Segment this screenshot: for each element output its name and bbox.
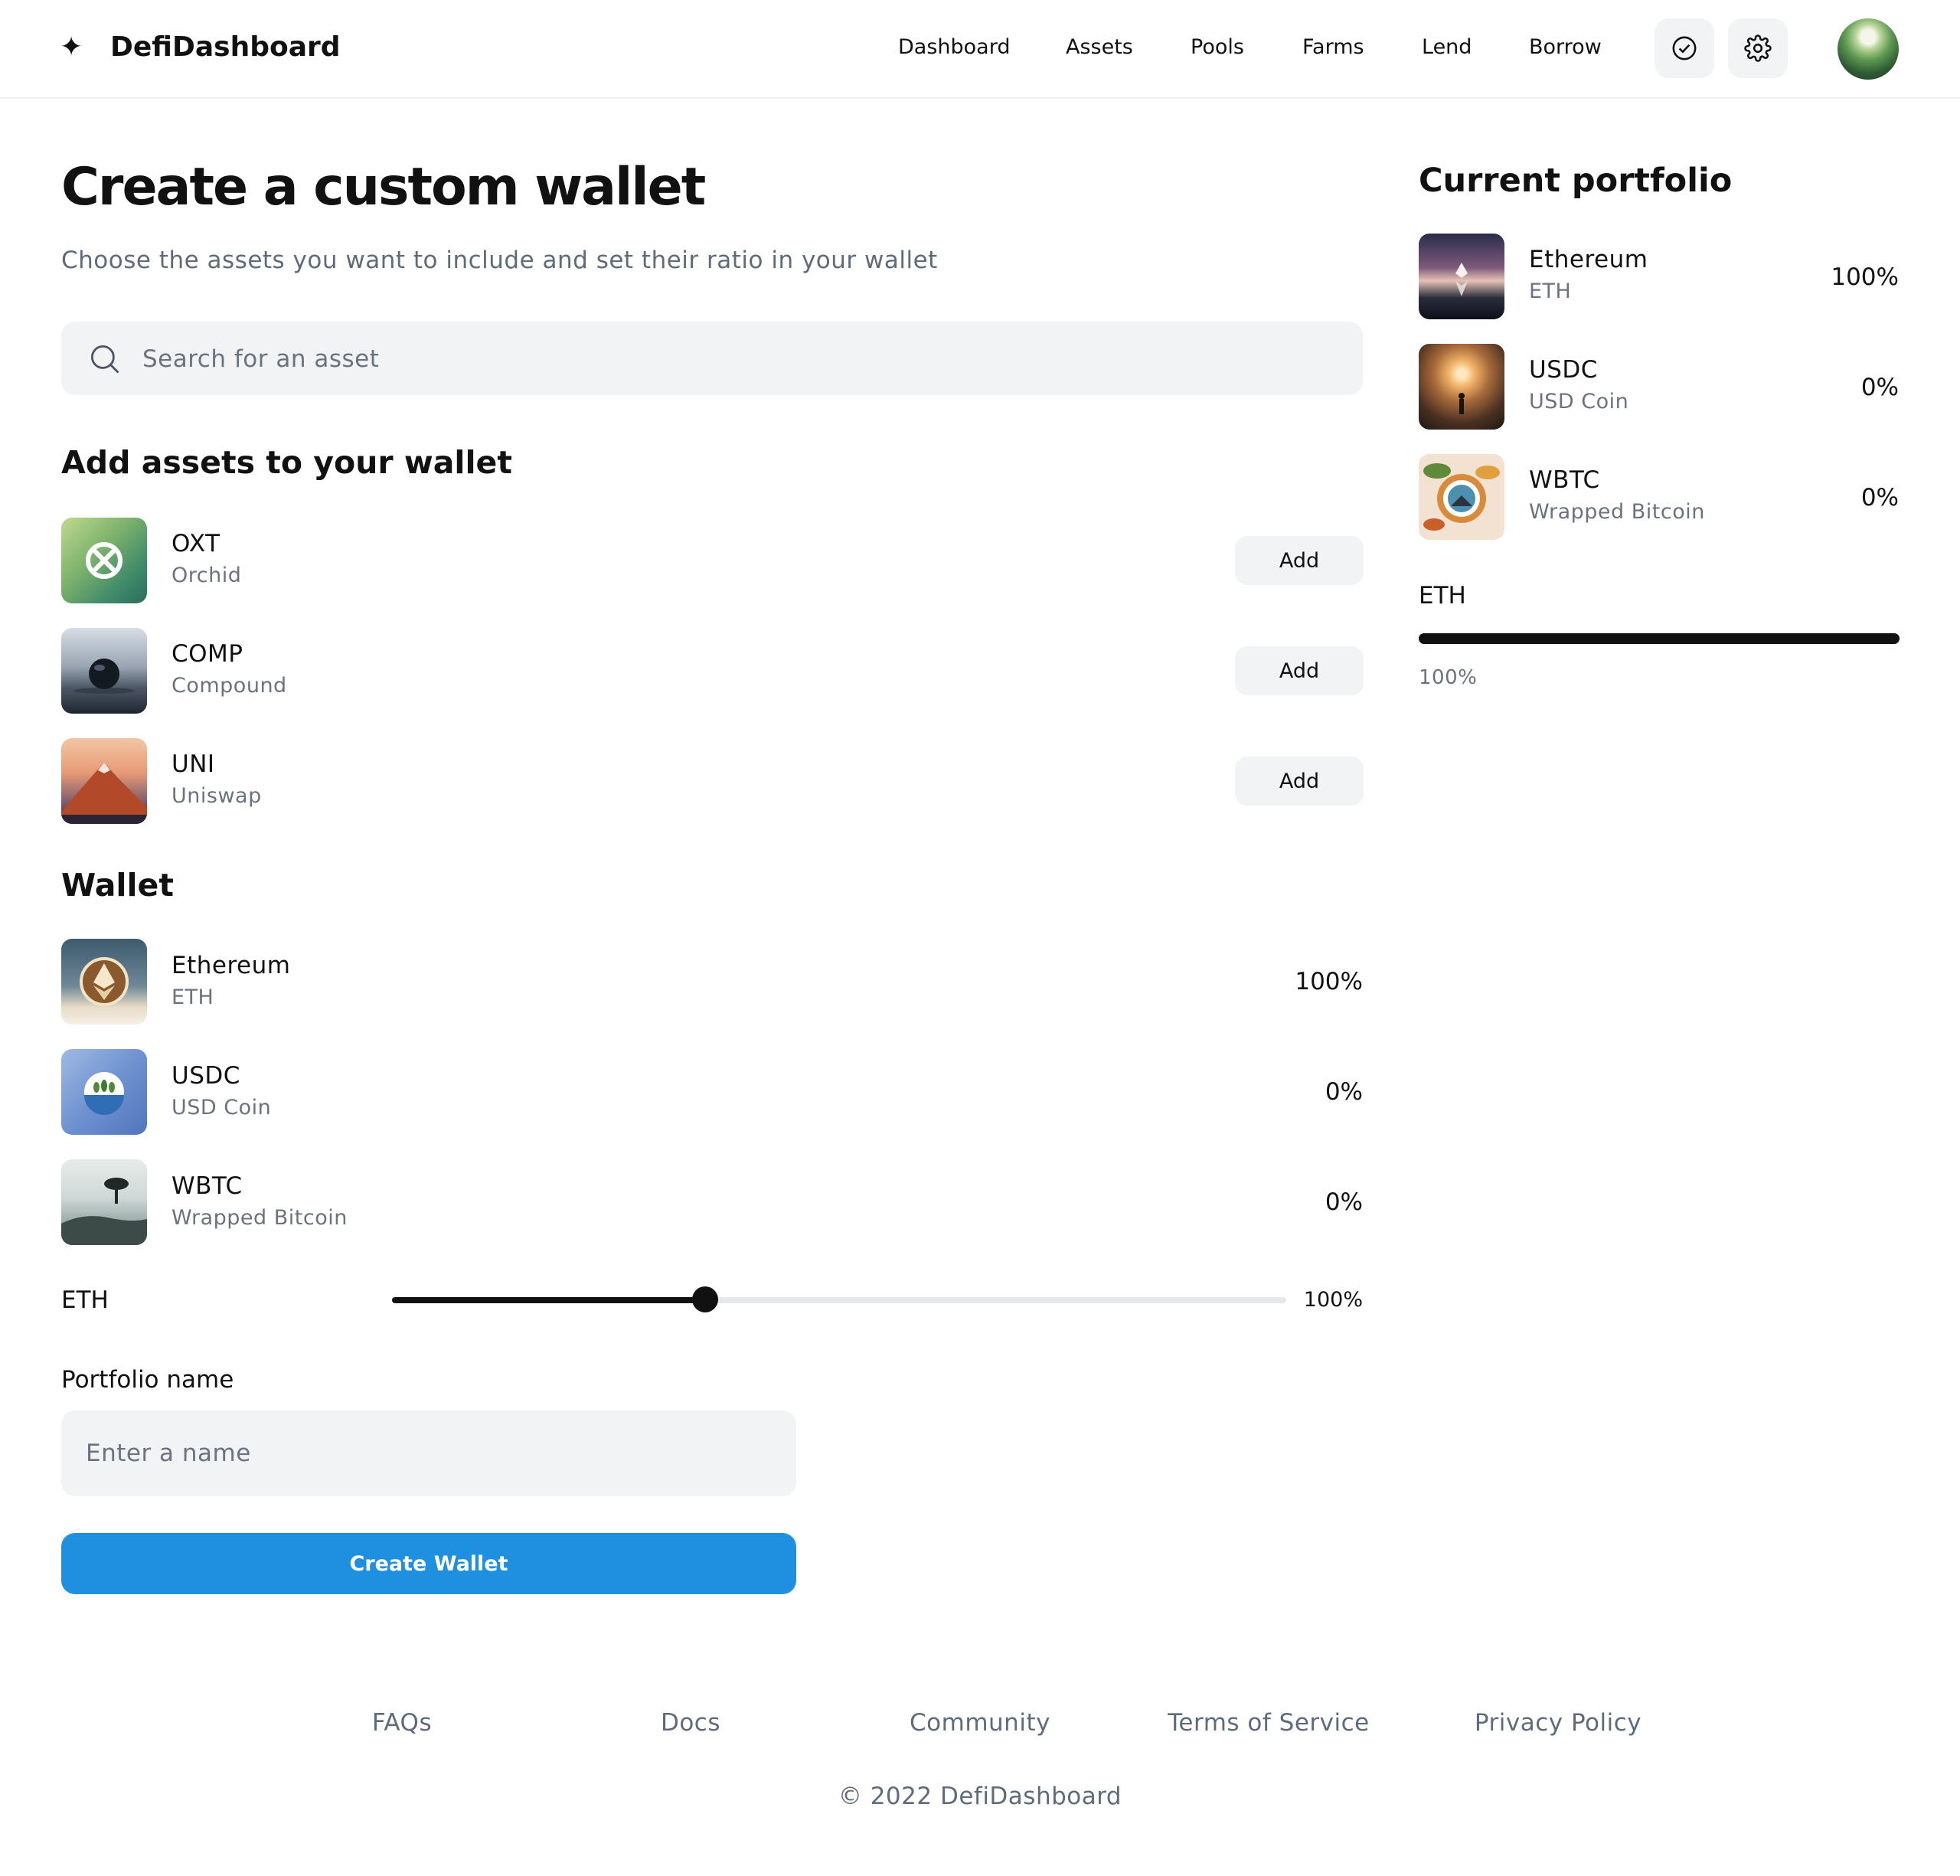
portfolio-asset-symbol: USD Coin	[1529, 390, 1629, 413]
portfolio-asset-symbol: Wrapped Bitcoin	[1529, 500, 1705, 524]
copyright: © 2022 DefiDashboard	[838, 1783, 1122, 1810]
wallet-asset-symbol: USD Coin	[172, 1096, 272, 1119]
footer-link-faqs[interactable]: FAQs	[325, 1706, 479, 1740]
wallet-asset-name: USDC	[172, 1062, 240, 1090]
portfolio-asset-percentage: 0%	[1860, 374, 1899, 401]
add-assets-heading: Add assets to your wallet	[61, 444, 512, 481]
asset-name: Compound	[172, 674, 287, 698]
usdc-thumbnail	[61, 1049, 147, 1135]
portfolio-name-label: Portfolio name	[61, 1366, 234, 1394]
brand-name[interactable]: DefiDashboard	[110, 29, 341, 66]
portfolio-asset-percentage: 100%	[1831, 263, 1899, 291]
page-subtitle: Choose the assets you want to include an…	[61, 247, 938, 274]
nav-farms[interactable]: Farms	[1302, 32, 1364, 63]
current-portfolio-heading: Current portfolio	[1419, 162, 1733, 200]
mountain-icon	[61, 763, 147, 824]
wallet-asset-symbol: Wrapped Bitcoin	[172, 1206, 348, 1230]
footer-link-privacy[interactable]: Privacy Policy	[1443, 1706, 1673, 1740]
wbtc-thumbnail	[61, 1159, 147, 1245]
footer-link-community[interactable]: Community	[865, 1706, 1095, 1740]
asset-symbol: UNI	[172, 750, 215, 778]
ethereum-icon	[80, 957, 129, 1006]
nav-pools[interactable]: Pools	[1191, 32, 1244, 63]
wallet-asset-name: WBTC	[172, 1172, 243, 1200]
asset-name: Orchid	[172, 564, 242, 587]
wallet-asset-percentage: 0%	[1325, 1078, 1363, 1106]
slider-value: 100%	[1303, 1288, 1363, 1312]
create-wallet-button[interactable]: Create Wallet	[61, 1533, 796, 1594]
wallet-asset-percentage: 100%	[1295, 968, 1363, 995]
nav-dashboard[interactable]: Dashboard	[898, 32, 1010, 63]
wallet-asset-name: Ethereum	[172, 952, 291, 979]
asset-name: Uniswap	[172, 784, 262, 808]
add-oxt-button[interactable]: Add	[1235, 536, 1364, 585]
asset-symbol: COMP	[172, 640, 243, 668]
ratio-slider-handle[interactable]	[691, 1286, 718, 1312]
ratio-slider-fill	[392, 1297, 705, 1303]
portfolio-asset-symbol: ETH	[1529, 279, 1572, 303]
search-bar	[61, 322, 1363, 397]
portfolio-eth-thumbnail	[1419, 234, 1504, 319]
slider-label: ETH	[61, 1286, 109, 1314]
wallet-heading: Wallet	[61, 867, 174, 904]
check-circle-button[interactable]	[1655, 18, 1714, 78]
usdc-icon	[84, 1072, 124, 1115]
gear-icon	[1744, 34, 1772, 62]
add-comp-button[interactable]: Add	[1235, 646, 1364, 695]
nav-assets[interactable]: Assets	[1066, 32, 1133, 63]
asset-symbol: OXT	[172, 530, 220, 557]
portfolio-asset-name: USDC	[1529, 356, 1598, 384]
search-icon	[90, 345, 119, 374]
orchid-logo-icon	[86, 542, 122, 579]
search-input[interactable]	[141, 322, 1338, 397]
settings-button[interactable]	[1728, 18, 1788, 78]
uni-thumbnail	[61, 738, 147, 824]
nav-borrow[interactable]: Borrow	[1529, 32, 1602, 63]
allocation-bar	[1419, 633, 1900, 644]
check-circle-icon	[1672, 36, 1697, 60]
person-silhouette-icon	[1459, 393, 1465, 414]
footer-link-terms[interactable]: Terms of Service	[1146, 1706, 1391, 1740]
comp-thumbnail	[61, 628, 147, 714]
user-avatar[interactable]	[1838, 18, 1899, 80]
add-uni-button[interactable]: Add	[1235, 757, 1364, 806]
portfolio-asset-percentage: 0%	[1860, 484, 1899, 511]
portfolio-usdc-thumbnail	[1419, 344, 1504, 430]
compound-sphere-icon	[74, 659, 135, 694]
portfolio-wbtc-thumbnail	[1419, 454, 1504, 540]
tree-icon	[61, 1178, 147, 1245]
nav-lend[interactable]: Lend	[1422, 32, 1472, 63]
sparkle-logo-icon: ✦	[60, 31, 83, 63]
wallet-asset-percentage: 0%	[1325, 1188, 1363, 1216]
portfolio-asset-name: Ethereum	[1529, 246, 1648, 273]
page-title: Create a custom wallet	[61, 157, 706, 217]
eth-thumbnail	[61, 939, 147, 1025]
ethereum-icon	[1455, 263, 1468, 296]
portfolio-name-input[interactable]	[61, 1410, 796, 1496]
wbtc-food-icon	[1423, 463, 1500, 531]
oxt-thumbnail	[61, 518, 147, 603]
allocation-value: 100%	[1419, 666, 1478, 689]
wallet-asset-symbol: ETH	[172, 985, 214, 1009]
portfolio-asset-name: WBTC	[1529, 466, 1600, 494]
allocation-label: ETH	[1419, 582, 1466, 610]
allocation-bar-fill	[1419, 633, 1900, 644]
footer-link-docs[interactable]: Docs	[614, 1706, 767, 1740]
